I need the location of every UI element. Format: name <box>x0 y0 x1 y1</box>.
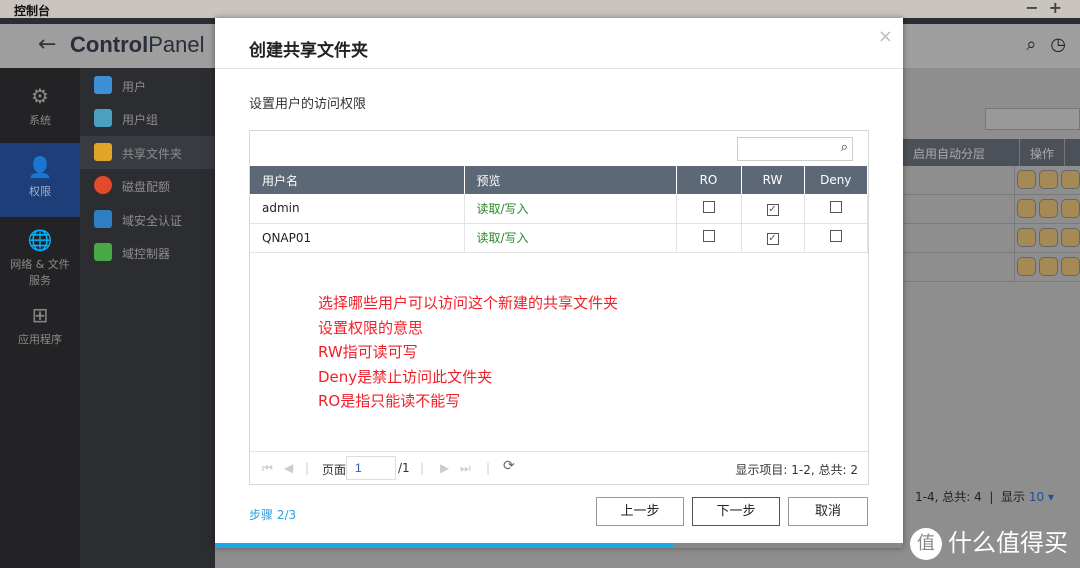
step-indicator: 步骤 2/3 <box>249 508 297 522</box>
column-header: 操作 <box>1020 139 1066 166</box>
left-nav: ⚙ 系统 👤 权限 🌐 网络 & 文件服务 ⊞ 应用程序 <box>0 68 80 568</box>
next-page-icon[interactable]: ▶ <box>440 461 449 475</box>
table-row <box>903 195 1080 224</box>
permission-table: 用户名 预览 RO RW Deny admin 读取/写入 ✓ QNAP01 读… <box>250 166 868 253</box>
globe-icon: 🌐 <box>27 228 53 252</box>
page-label: 页面 <box>322 463 347 477</box>
window-title: 控制台 <box>14 4 51 18</box>
subnav-shared-folders[interactable]: 共享文件夹 <box>80 136 215 169</box>
page-size-select[interactable]: 10 <box>1029 490 1044 504</box>
ro-checkbox[interactable] <box>702 200 715 213</box>
table-row <box>903 224 1080 253</box>
section-title: 设置用户的访问权限 <box>249 97 367 112</box>
subnav-domain-security[interactable]: 域安全认证 <box>80 203 215 236</box>
folder-icon <box>94 143 112 161</box>
permission-icon[interactable] <box>1039 228 1058 247</box>
table-row: QNAP01 读取/写入 ✓ <box>250 223 868 253</box>
background-table: 启用自动分层 操作 <box>903 139 1080 282</box>
edit-icon[interactable] <box>1017 228 1036 247</box>
permission-icon[interactable] <box>1039 199 1058 218</box>
edit-icon[interactable] <box>1017 170 1036 189</box>
window-titlebar: 控制台 −+ <box>0 0 1080 18</box>
refresh-icon[interactable] <box>1061 170 1080 189</box>
close-icon[interactable]: × <box>878 26 893 47</box>
cancel-button[interactable]: 取消 <box>788 497 868 526</box>
column-header-preview: 预览 <box>464 166 677 194</box>
create-shared-folder-dialog: 创建共享文件夹 × 设置用户的访问权限 ⌕ 用户名 预览 RO RW Deny … <box>215 18 903 548</box>
column-header: 启用自动分层 <box>903 139 1020 166</box>
nav-network-file[interactable]: 🌐 网络 & 文件服务 <box>0 228 80 288</box>
divider <box>215 68 903 69</box>
minimize-button[interactable]: − <box>1025 0 1048 17</box>
preview: 读取/写入 <box>464 194 677 224</box>
nav-apps[interactable]: ⊞ 应用程序 <box>0 303 80 353</box>
gear-icon: ⚙ <box>31 84 49 108</box>
page-total: /1 <box>398 461 410 475</box>
pager-summary: 显示项目: 1-2, 总共: 2 <box>735 463 858 477</box>
nav-permissions[interactable]: 👤 权限 <box>0 143 80 217</box>
background-search-input[interactable] <box>985 108 1080 130</box>
next-step-button[interactable]: 下一步 <box>692 497 780 526</box>
user-search-input[interactable]: ⌕ <box>737 137 853 161</box>
permission-table-panel: ⌕ 用户名 预览 RO RW Deny admin 读取/写入 ✓ QNAP01… <box>249 130 869 485</box>
last-page-icon[interactable]: ⏭ <box>460 461 471 476</box>
table-row <box>903 253 1080 282</box>
username: QNAP01 <box>250 223 465 253</box>
subnav-groups[interactable]: 用户组 <box>80 102 215 135</box>
prev-page-icon[interactable]: ◀ <box>284 461 293 475</box>
rw-checkbox[interactable]: ✓ <box>766 233 779 245</box>
table-row: admin 读取/写入 ✓ <box>250 194 868 224</box>
permission-icon[interactable] <box>1039 170 1058 189</box>
clock-icon[interactable]: ◷ <box>1050 34 1080 55</box>
refresh-icon[interactable]: ⟳ <box>503 458 515 474</box>
watermark: 值什么值得买 <box>910 523 1068 560</box>
wizard-progress-bar <box>215 543 903 548</box>
edit-icon[interactable] <box>1017 257 1036 276</box>
user-icon <box>94 76 112 94</box>
column-header-ro[interactable]: RO <box>676 166 742 194</box>
refresh-icon[interactable] <box>1061 199 1080 218</box>
edit-icon[interactable] <box>1017 199 1036 218</box>
user-icon: 👤 <box>27 155 53 179</box>
apps-icon: ⊞ <box>31 303 49 327</box>
group-icon <box>94 109 112 127</box>
refresh-icon[interactable] <box>1061 257 1080 276</box>
subnav-domain-controller[interactable]: 域控制器 <box>80 236 215 269</box>
maximize-button[interactable]: + <box>1049 0 1072 17</box>
sub-nav: 用户 用户组 共享文件夹 磁盘配额 域安全认证 域控制器 <box>80 68 215 568</box>
background-pager: 1-4, 总共: 4 | 显示 10 ▾ <box>915 490 1055 504</box>
deny-checkbox[interactable] <box>829 230 842 242</box>
preview: 读取/写入 <box>464 223 677 253</box>
search-icon[interactable]: ⌕ <box>841 140 848 155</box>
deny-checkbox[interactable] <box>829 200 842 213</box>
domain-controller-icon <box>94 243 112 261</box>
column-header-deny[interactable]: Deny <box>804 166 868 194</box>
ro-checkbox[interactable] <box>702 230 715 242</box>
previous-step-button[interactable]: 上一步 <box>596 497 684 526</box>
dialog-title: 创建共享文件夹 <box>249 41 368 61</box>
table-row <box>903 166 1080 195</box>
column-header-rw[interactable]: RW <box>741 166 805 194</box>
app-logo: ControlPanel <box>70 32 205 57</box>
subnav-quota[interactable]: 磁盘配额 <box>80 169 215 202</box>
annotation: 选择哪些用户可以访问这个新建的共享文件夹 设置权限的意思 RW指可读可写 Deny是禁… <box>318 294 619 410</box>
column-header-username: 用户名 <box>250 166 465 194</box>
pager: ⏮ ◀ | 页面 /1 | ▶ ⏭ | ⟳ 显示项目: 1-2, 总共: 2 <box>250 451 868 484</box>
rw-checkbox[interactable]: ✓ <box>766 203 779 216</box>
page-input[interactable] <box>346 456 396 480</box>
first-page-icon[interactable]: ⏮ <box>262 461 273 476</box>
refresh-icon[interactable] <box>1061 228 1080 247</box>
subnav-users[interactable]: 用户 <box>80 69 215 102</box>
nav-system[interactable]: ⚙ 系统 <box>0 78 80 138</box>
back-arrow-icon[interactable]: ← <box>38 32 56 57</box>
id-card-icon <box>94 210 112 228</box>
username: admin <box>250 194 465 224</box>
search-icon[interactable]: ⌕ <box>1026 34 1050 55</box>
permission-icon[interactable] <box>1039 257 1058 276</box>
pie-chart-icon <box>94 176 112 194</box>
